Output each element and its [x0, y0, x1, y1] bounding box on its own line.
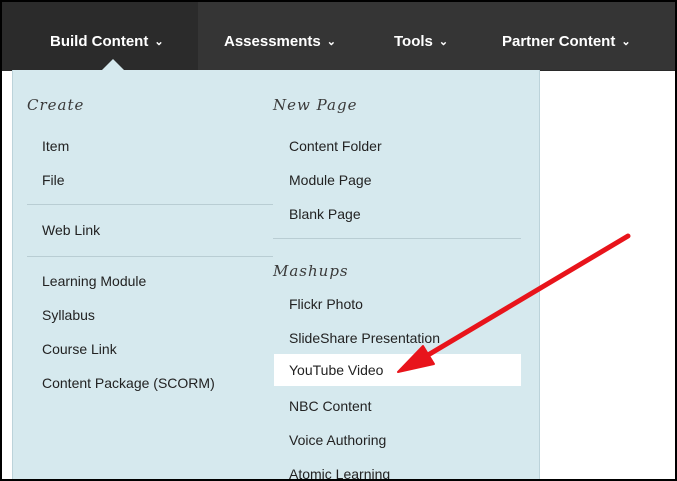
nav-assessments[interactable]: Assessments ⌄	[224, 2, 336, 70]
menu-item-nbc-content[interactable]: NBC Content	[289, 398, 371, 414]
nav-build-content-label: Build Content	[50, 33, 149, 50]
menu-item-youtube-video[interactable]: YouTube Video	[274, 354, 521, 386]
course-menu-bar: Build Content ⌄ Assessments ⌄ Tools ⌄ Partn…	[2, 2, 675, 71]
new-page-heading: New Page	[273, 96, 358, 114]
app-frame: Build Content ⌄ Assessments ⌄ Tools ⌄ Partn…	[0, 0, 677, 481]
menu-divider	[273, 238, 521, 239]
nav-tools-label: Tools	[394, 33, 433, 50]
menu-item-module-page[interactable]: Module Page	[289, 172, 372, 188]
dropdown-pointer	[102, 59, 124, 70]
menu-item-web-link[interactable]: Web Link	[42, 222, 100, 238]
nav-assessments-label: Assessments	[224, 33, 321, 50]
menu-item-content-package[interactable]: Content Package (SCORM)	[42, 375, 215, 391]
menu-item-file[interactable]: File	[42, 172, 65, 188]
nav-partner-content[interactable]: Partner Content ⌄	[502, 2, 631, 70]
nav-partner-content-label: Partner Content	[502, 33, 616, 50]
nav-build-content[interactable]: Build Content ⌄	[2, 2, 198, 70]
menu-item-syllabus[interactable]: Syllabus	[42, 307, 95, 323]
menu-item-item[interactable]: Item	[42, 138, 69, 154]
menu-item-voice-authoring[interactable]: Voice Authoring	[289, 432, 386, 448]
build-content-dropdown: Create Item File Web Link Learning Modul…	[12, 70, 540, 479]
menu-item-atomic-learning[interactable]: Atomic Learning	[289, 466, 390, 479]
menu-item-learning-module[interactable]: Learning Module	[42, 273, 146, 289]
menu-item-blank-page[interactable]: Blank Page	[289, 206, 361, 222]
chevron-down-icon: ⌄	[621, 36, 631, 48]
menu-item-flickr-photo[interactable]: Flickr Photo	[289, 296, 363, 312]
menu-divider	[27, 204, 273, 205]
create-heading: Create	[27, 96, 85, 114]
menu-item-content-folder[interactable]: Content Folder	[289, 138, 382, 154]
nav-tools[interactable]: Tools ⌄	[394, 2, 448, 70]
menu-divider	[27, 256, 273, 257]
mashups-heading: Mashups	[273, 262, 349, 280]
menu-item-slideshare[interactable]: SlideShare Presentation	[289, 330, 440, 346]
menu-item-course-link[interactable]: Course Link	[42, 341, 117, 357]
